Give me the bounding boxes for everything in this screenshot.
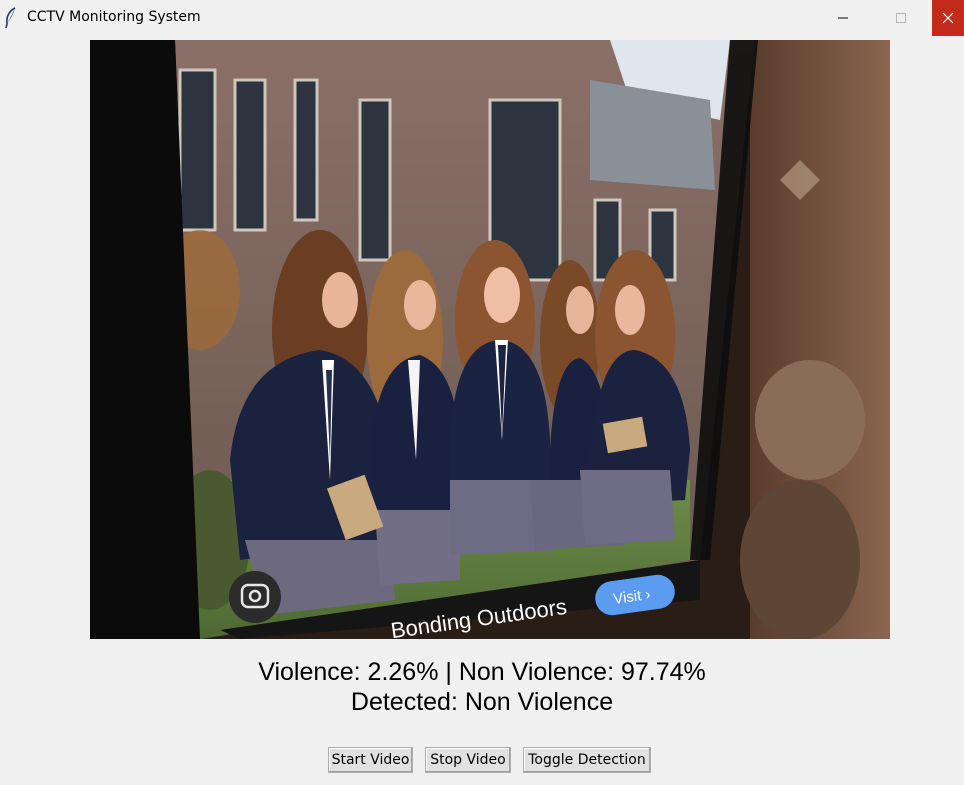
- probability-readout: Violence: 2.26% | Non Violence: 97.74%: [258, 658, 706, 686]
- start-video-button[interactable]: Start Video: [328, 747, 413, 773]
- minimize-icon: [837, 9, 849, 28]
- detection-result: Detected: Non Violence: [350, 688, 614, 716]
- minimize-button[interactable]: [820, 0, 866, 36]
- feather-icon: [4, 7, 18, 29]
- title-bar: CCTV Monitoring System: [0, 0, 964, 36]
- close-icon: [942, 9, 954, 28]
- close-button[interactable]: [932, 0, 964, 36]
- stop-video-button[interactable]: Stop Video: [425, 747, 511, 773]
- video-feed: Bonding Outdoors Visit ›: [90, 40, 890, 639]
- window-title: CCTV Monitoring System: [27, 9, 201, 25]
- maximize-button[interactable]: [878, 0, 924, 36]
- toggle-detection-button[interactable]: Toggle Detection: [523, 747, 651, 773]
- maximize-icon: [895, 9, 907, 28]
- camera-lens-icon: [229, 571, 281, 623]
